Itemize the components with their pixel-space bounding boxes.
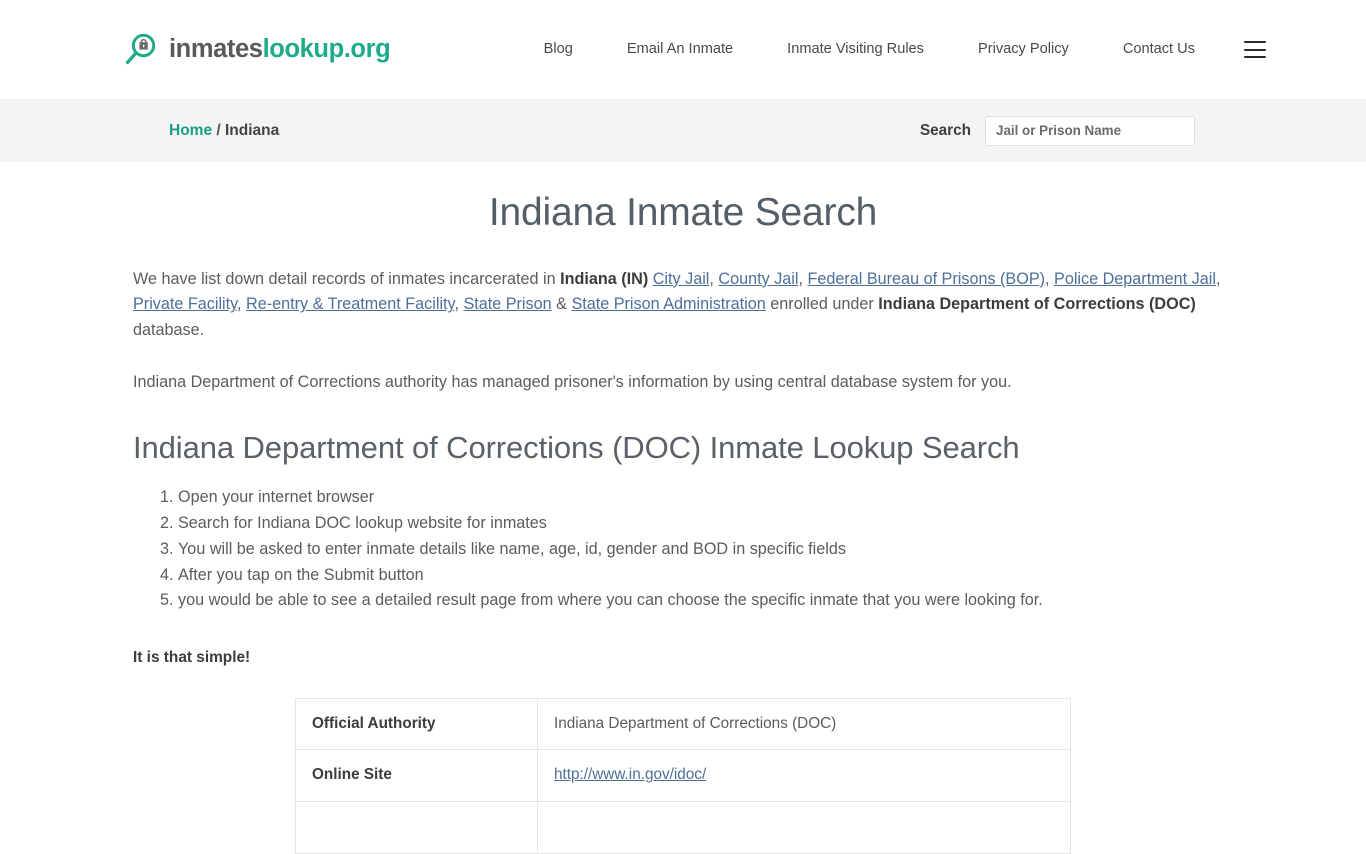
hamburger-bar [1244,49,1266,51]
table-cell-key: Official Authority [296,698,538,750]
table-row: Official Authority Indiana Department of… [296,698,1071,750]
comma-3: , [1045,270,1054,288]
table-row: Online Site http://www.in.gov/idoc/ [296,750,1071,802]
nav-item-privacy-policy[interactable]: Privacy Policy [951,42,1096,57]
doc-name-bold: Indiana Department of Corrections (DOC) [878,295,1195,313]
list-item: You will be asked to enter inmate detail… [178,537,1233,563]
site-header: inmateslookup.org Blog Email An Inmate I… [0,0,1366,99]
state-name-bold: Indiana (IN) [560,270,648,288]
magnifier-lock-icon [122,31,160,69]
search-area: Search [920,116,1195,146]
comma-5: , [237,295,246,313]
link-police-department-jail[interactable]: Police Department Jail [1054,270,1216,288]
logo-text-accent: lookup.org [263,35,391,63]
secondary-paragraph: Indiana Department of Corrections author… [133,344,1233,396]
breadcrumb-home-link[interactable]: Home [169,122,212,139]
hamburger-menu-icon[interactable] [1244,41,1266,58]
ampersand: & [552,295,572,313]
list-item: Open your internet browser [178,485,1233,511]
link-private-facility[interactable]: Private Facility [133,295,237,313]
section-heading-doc-lookup: Indiana Department of Corrections (DOC) … [133,395,1233,468]
info-table-wrapper: Official Authority Indiana Department of… [133,669,1233,854]
table-cell-key: Online Site [296,750,538,802]
search-label: Search [920,123,971,138]
breadcrumb-separator: / [212,122,225,139]
search-input[interactable] [985,116,1195,146]
table-cell-key [296,802,538,854]
list-item: you would be able to see a detailed resu… [178,588,1233,614]
nav-item-email-an-inmate[interactable]: Email An Inmate [600,42,760,57]
link-city-jail[interactable]: City Jail [653,270,710,288]
nav-item-contact-us[interactable]: Contact Us [1096,42,1222,57]
logo-text-dark: inmates [169,35,263,63]
main-content: Indiana Inmate Search We have list down … [133,162,1233,854]
logo-text: inmateslookup.org [169,37,390,63]
link-reentry-treatment-facility[interactable]: Re-entry & Treatment Facility [246,295,454,313]
list-item: Search for Indiana DOC lookup website fo… [178,511,1233,537]
official-info-table: Official Authority Indiana Department of… [295,698,1071,854]
nav-item-blog[interactable]: Blog [517,42,600,57]
link-state-prison[interactable]: State Prison [463,295,551,313]
intro-paragraph: We have list down detail records of inma… [133,238,1233,344]
table-cell-value [538,802,1071,854]
link-state-prison-administration[interactable]: State Prison Administration [571,295,765,313]
page-title: Indiana Inmate Search [133,162,1233,238]
comma-4: , [1216,270,1221,288]
link-federal-bureau-of-prisons[interactable]: Federal Bureau of Prisons (BOP) [807,270,1045,288]
steps-list: Open your internet browser Search for In… [133,468,1233,614]
nav-item-inmate-visiting-rules[interactable]: Inmate Visiting Rules [760,42,951,57]
table-row [296,802,1071,854]
intro-text-1: We have list down detail records of inma… [133,270,560,288]
intro-text-3: enrolled under [766,295,879,313]
breadcrumb-current: Indiana [225,122,279,139]
hamburger-bar [1244,56,1266,58]
online-site-link[interactable]: http://www.in.gov/idoc/ [554,766,706,783]
breadcrumb: Home / Indiana [169,123,279,139]
simple-note: It is that simple! [133,614,1233,669]
table-cell-value: http://www.in.gov/idoc/ [538,750,1071,802]
main-navigation: Blog Email An Inmate Inmate Visiting Rul… [517,41,1266,58]
site-logo[interactable]: inmateslookup.org [122,31,390,69]
breadcrumb-bar: Home / Indiana Search [0,99,1366,162]
hamburger-bar [1244,41,1266,43]
link-county-jail[interactable]: County Jail [718,270,798,288]
intro-text-4: database. [133,321,204,339]
list-item: After you tap on the Submit button [178,563,1233,589]
table-cell-value: Indiana Department of Corrections (DOC) [538,698,1071,750]
